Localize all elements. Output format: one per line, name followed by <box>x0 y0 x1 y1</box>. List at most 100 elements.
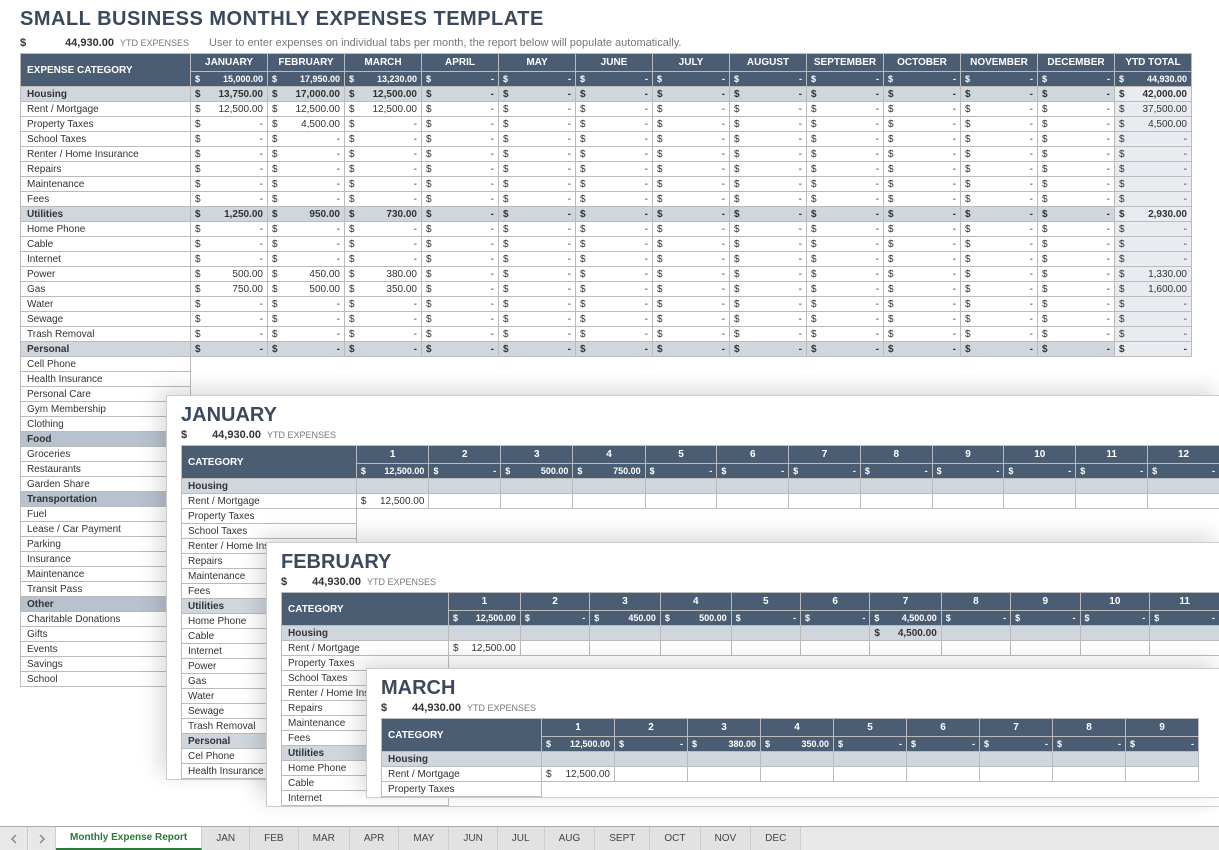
value-cell[interactable]: $- <box>345 147 422 162</box>
panel-value-cell[interactable] <box>761 752 834 767</box>
panel-value-cell[interactable] <box>1080 626 1150 641</box>
value-cell[interactable]: $- <box>884 162 961 177</box>
sheet-tab[interactable]: OCT <box>650 827 700 850</box>
value-cell[interactable]: $- <box>1038 102 1115 117</box>
category-cell[interactable]: Personal Care <box>21 387 191 402</box>
panel-category-cell[interactable]: Housing <box>182 479 357 494</box>
value-cell[interactable]: $- <box>499 342 576 357</box>
value-cell[interactable]: $- <box>1038 177 1115 192</box>
value-cell[interactable]: $- <box>268 327 345 342</box>
category-cell[interactable]: Home Phone <box>21 222 191 237</box>
sheet-tab[interactable]: JUL <box>498 827 545 850</box>
panel-value-cell[interactable] <box>590 641 661 656</box>
value-cell[interactable]: $- <box>345 312 422 327</box>
value-cell[interactable]: $- <box>422 147 499 162</box>
value-cell[interactable]: $- <box>1038 342 1115 357</box>
value-cell[interactable]: $- <box>730 252 807 267</box>
value-cell[interactable]: $- <box>1115 222 1192 237</box>
category-cell[interactable]: Food <box>21 432 191 447</box>
value-cell[interactable]: $- <box>807 297 884 312</box>
value-cell[interactable]: $- <box>576 327 653 342</box>
value-cell[interactable]: $- <box>730 222 807 237</box>
category-cell[interactable]: Property Taxes <box>21 117 191 132</box>
value-cell[interactable]: $- <box>807 102 884 117</box>
category-cell[interactable]: Maintenance <box>21 567 191 582</box>
category-cell[interactable]: Housing <box>21 87 191 102</box>
value-cell[interactable]: $- <box>499 162 576 177</box>
value-cell[interactable]: $- <box>730 282 807 297</box>
value-cell[interactable]: $- <box>730 237 807 252</box>
category-cell[interactable]: Cable <box>21 237 191 252</box>
value-cell[interactable]: $- <box>422 177 499 192</box>
value-cell[interactable]: $- <box>1038 282 1115 297</box>
panel-value-cell[interactable] <box>1126 752 1199 767</box>
value-cell[interactable]: $- <box>653 222 730 237</box>
value-cell[interactable]: $- <box>884 237 961 252</box>
panel-value-cell[interactable] <box>1150 626 1219 641</box>
value-cell[interactable]: $- <box>422 192 499 207</box>
panel-value-cell[interactable] <box>980 752 1053 767</box>
value-cell[interactable]: $- <box>961 192 1038 207</box>
value-cell[interactable]: $- <box>961 342 1038 357</box>
value-cell[interactable]: $- <box>884 192 961 207</box>
value-cell[interactable]: $- <box>1115 147 1192 162</box>
value-cell[interactable]: $- <box>884 87 961 102</box>
category-cell[interactable]: Groceries <box>21 447 191 462</box>
value-cell[interactable]: $- <box>422 312 499 327</box>
category-cell[interactable]: Fees <box>21 192 191 207</box>
value-cell[interactable]: $- <box>884 327 961 342</box>
value-cell[interactable]: $- <box>345 297 422 312</box>
category-cell[interactable]: Charitable Donations <box>21 612 191 627</box>
value-cell[interactable]: $- <box>884 282 961 297</box>
value-cell[interactable]: $- <box>653 177 730 192</box>
panel-value-cell[interactable] <box>501 494 573 509</box>
sheet-tab[interactable]: MAR <box>299 827 350 850</box>
value-cell[interactable]: $- <box>191 192 268 207</box>
value-cell[interactable]: $12,500.00 <box>345 102 422 117</box>
panel-category-cell[interactable]: School Taxes <box>182 524 357 539</box>
panel-value-cell[interactable] <box>932 494 1004 509</box>
panel-value-cell[interactable] <box>1148 479 1219 494</box>
value-cell[interactable]: $- <box>422 267 499 282</box>
category-cell[interactable]: Health Insurance <box>21 372 191 387</box>
value-cell[interactable]: $- <box>884 222 961 237</box>
value-cell[interactable]: $- <box>961 162 1038 177</box>
value-cell[interactable]: $- <box>499 132 576 147</box>
value-cell[interactable]: $- <box>1115 192 1192 207</box>
category-cell[interactable]: Clothing <box>21 417 191 432</box>
value-cell[interactable]: $37,500.00 <box>1115 102 1192 117</box>
value-cell[interactable]: $- <box>576 117 653 132</box>
sheet-tab[interactable]: DEC <box>751 827 801 850</box>
value-cell[interactable]: $- <box>653 237 730 252</box>
panel-value-cell[interactable] <box>429 479 501 494</box>
value-cell[interactable]: $- <box>884 267 961 282</box>
value-cell[interactable]: $- <box>422 207 499 222</box>
value-cell[interactable]: $- <box>422 282 499 297</box>
value-cell[interactable]: $- <box>268 222 345 237</box>
value-cell[interactable]: $- <box>653 207 730 222</box>
value-cell[interactable]: $- <box>1115 327 1192 342</box>
panel-value-cell[interactable] <box>932 479 1004 494</box>
sheet-tab[interactable]: FEB <box>250 827 298 850</box>
value-cell[interactable]: $- <box>1115 237 1192 252</box>
value-cell[interactable]: $- <box>1115 132 1192 147</box>
tab-nav-next[interactable] <box>28 827 56 850</box>
value-cell[interactable]: $13,750.00 <box>191 87 268 102</box>
value-cell[interactable]: $1,330.00 <box>1115 267 1192 282</box>
value-cell[interactable]: $- <box>730 267 807 282</box>
value-cell[interactable]: $- <box>961 132 1038 147</box>
value-cell[interactable]: $- <box>576 192 653 207</box>
value-cell[interactable]: $- <box>730 312 807 327</box>
panel-value-cell[interactable] <box>717 479 789 494</box>
panel-value-cell[interactable] <box>1148 494 1219 509</box>
value-cell[interactable]: $380.00 <box>345 267 422 282</box>
value-cell[interactable]: $- <box>807 207 884 222</box>
value-cell[interactable]: $1,600.00 <box>1115 282 1192 297</box>
value-cell[interactable]: $- <box>499 327 576 342</box>
category-cell[interactable]: Gym Membership <box>21 402 191 417</box>
value-cell[interactable]: $- <box>345 252 422 267</box>
value-cell[interactable]: $- <box>961 207 1038 222</box>
value-cell[interactable]: $- <box>961 312 1038 327</box>
category-cell[interactable]: Utilities <box>21 207 191 222</box>
value-cell[interactable]: $- <box>191 132 268 147</box>
